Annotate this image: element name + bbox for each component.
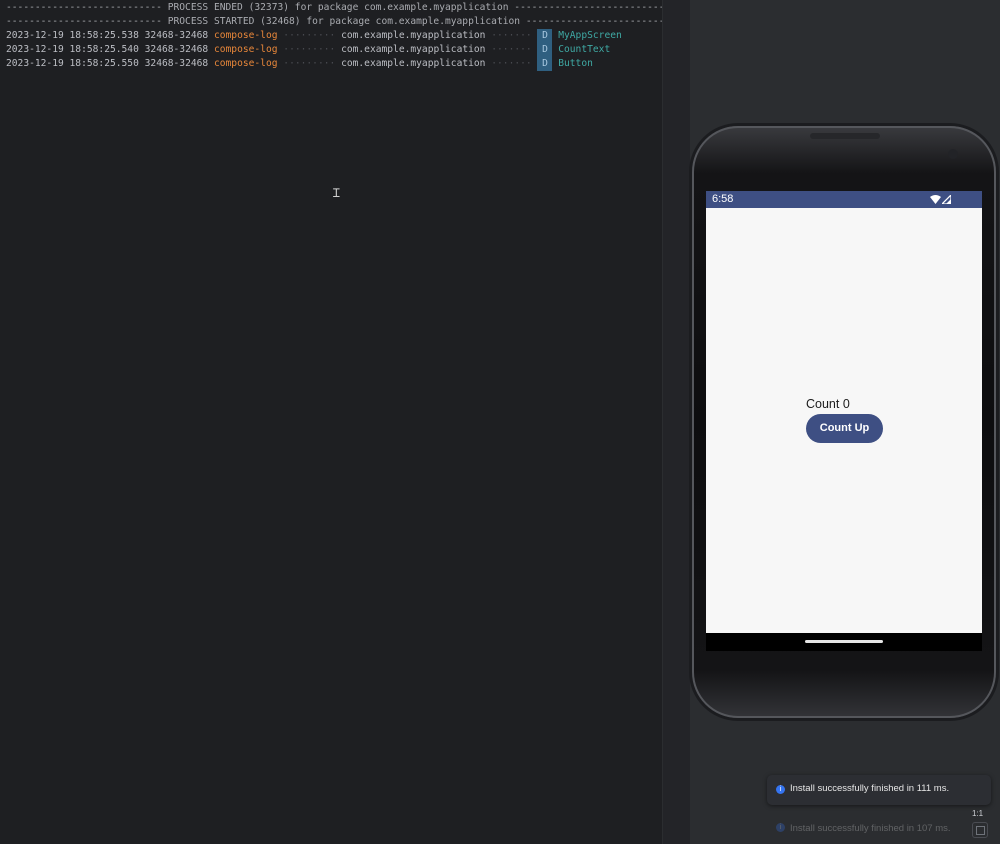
log-message: MyAppScreen (558, 30, 622, 41)
fit-screen-button[interactable] (972, 822, 988, 838)
logcat-panel: --------------------------- PROCESS ENDE… (0, 0, 662, 844)
log-separator-process-ended: --------------------------- PROCESS ENDE… (6, 2, 662, 13)
log-message: CountText (558, 44, 611, 55)
notification-text: Install successfully finished in 111 ms. (790, 783, 950, 794)
log-tag: compose-log (213, 44, 278, 55)
log-filler-dots: ······· (485, 30, 538, 41)
log-pid: 32468-32468 (144, 58, 209, 69)
text-cursor-icon: Ɪ (333, 186, 340, 200)
log-timestamp: 2023-12-19 18:58:25.538 (6, 30, 139, 41)
log-level-badge: D (537, 43, 553, 57)
log-filler-dots: ······· (485, 58, 538, 69)
log-filler-dots: ········· (277, 30, 342, 41)
status-bar: 6:58 (706, 191, 982, 208)
log-package: com.example.myapplication (341, 30, 486, 41)
log-tag: compose-log (213, 30, 278, 41)
zoom-label: 1:1 (972, 809, 984, 818)
log-pid: 32468-32468 (144, 30, 209, 41)
home-gesture-handle[interactable] (805, 640, 883, 643)
log-filler-dots: ········· (277, 44, 342, 55)
log-package: com.example.myapplication (341, 58, 486, 69)
log-message: Button (558, 58, 593, 69)
log-timestamp: 2023-12-19 18:58:25.540 (6, 44, 139, 55)
count-up-button[interactable]: Count Up (806, 414, 883, 443)
log-level-badge: D (537, 57, 553, 71)
device-screen[interactable]: 6:58 Count 0 Count Up (706, 191, 982, 651)
log-filler-dots: ········· (277, 58, 342, 69)
log-entry[interactable]: 2023-12-19 18:58:25.550 32468-32468 comp… (6, 57, 593, 71)
log-timestamp: 2023-12-19 18:58:25.550 (6, 58, 139, 69)
log-level-badge: D (537, 29, 553, 43)
log-tag: compose-log (213, 58, 278, 69)
info-icon: i (776, 785, 785, 794)
signal-icon (942, 195, 951, 204)
install-notification-faded[interactable]: i Install successfully finished in 107 m… (767, 813, 967, 843)
log-entry[interactable]: 2023-12-19 18:58:25.538 32468-32468 comp… (6, 29, 622, 43)
wifi-icon (930, 195, 941, 204)
panel-divider[interactable] (662, 0, 691, 844)
camera-icon (948, 149, 958, 159)
log-entry[interactable]: 2023-12-19 18:58:25.540 32468-32468 comp… (6, 43, 610, 57)
log-pid: 32468-32468 (144, 44, 209, 55)
log-package: com.example.myapplication (341, 44, 486, 55)
log-separator-process-started: --------------------------- PROCESS STAR… (6, 16, 662, 27)
log-filler-dots: ······· (485, 44, 538, 55)
speaker-grille (810, 133, 880, 139)
count-text: Count 0 (806, 397, 850, 411)
info-icon: i (776, 823, 785, 832)
install-notification[interactable]: i Install successfully finished in 111 m… (767, 775, 991, 805)
navigation-bar (706, 633, 982, 651)
notification-text: Install successfully finished in 107 ms. (790, 823, 951, 834)
fit-screen-icon (976, 826, 985, 835)
status-time: 6:58 (712, 193, 734, 205)
